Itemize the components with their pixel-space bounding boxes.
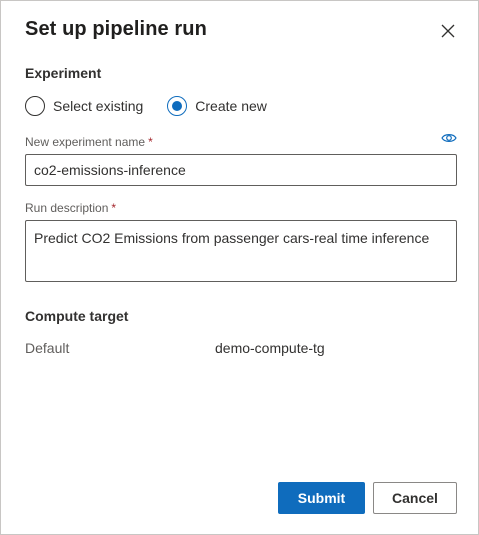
radio-select-existing[interactable]: Select existing — [25, 96, 143, 116]
radio-create-new-label: Create new — [195, 98, 267, 114]
experiment-name-value: co2-emissions-inference — [34, 162, 186, 178]
dialog-title: Set up pipeline run — [25, 18, 207, 40]
experiment-section-label: Experiment — [25, 65, 102, 81]
cancel-button[interactable]: Cancel — [373, 482, 457, 514]
radio-select-existing-indicator[interactable] — [25, 96, 45, 116]
radio-select-existing-label: Select existing — [53, 98, 144, 114]
compute-default-key: Default — [25, 340, 70, 356]
compute-target-section-label: Compute target — [25, 308, 129, 324]
experiment-name-label-text: New experiment name — [25, 135, 146, 149]
run-description-textarea[interactable]: Predict CO2 Emissions from passenger car… — [25, 220, 457, 282]
required-marker: * — [111, 201, 117, 215]
pipeline-run-dialog: Set up pipeline run Experiment Select ex… — [0, 0, 479, 535]
run-description-label: Run description * — [25, 201, 116, 215]
radio-create-new-indicator[interactable] — [167, 96, 188, 116]
experiment-radio-group: Select existing Create new — [25, 96, 291, 116]
run-description-value: Predict CO2 Emissions from passenger car… — [34, 230, 430, 246]
close-button[interactable] — [438, 21, 458, 41]
experiment-name-input[interactable]: co2-emissions-inference — [25, 154, 457, 186]
eye-icon[interactable] — [441, 132, 457, 144]
experiment-name-label: New experiment name * — [25, 135, 153, 149]
run-description-label-text: Run description — [25, 201, 109, 215]
compute-target-value: demo-compute-tg — [215, 340, 325, 356]
required-marker: * — [148, 135, 153, 149]
submit-button[interactable]: Submit — [278, 482, 365, 514]
radio-create-new[interactable]: Create new — [167, 96, 267, 116]
close-icon — [441, 24, 455, 38]
